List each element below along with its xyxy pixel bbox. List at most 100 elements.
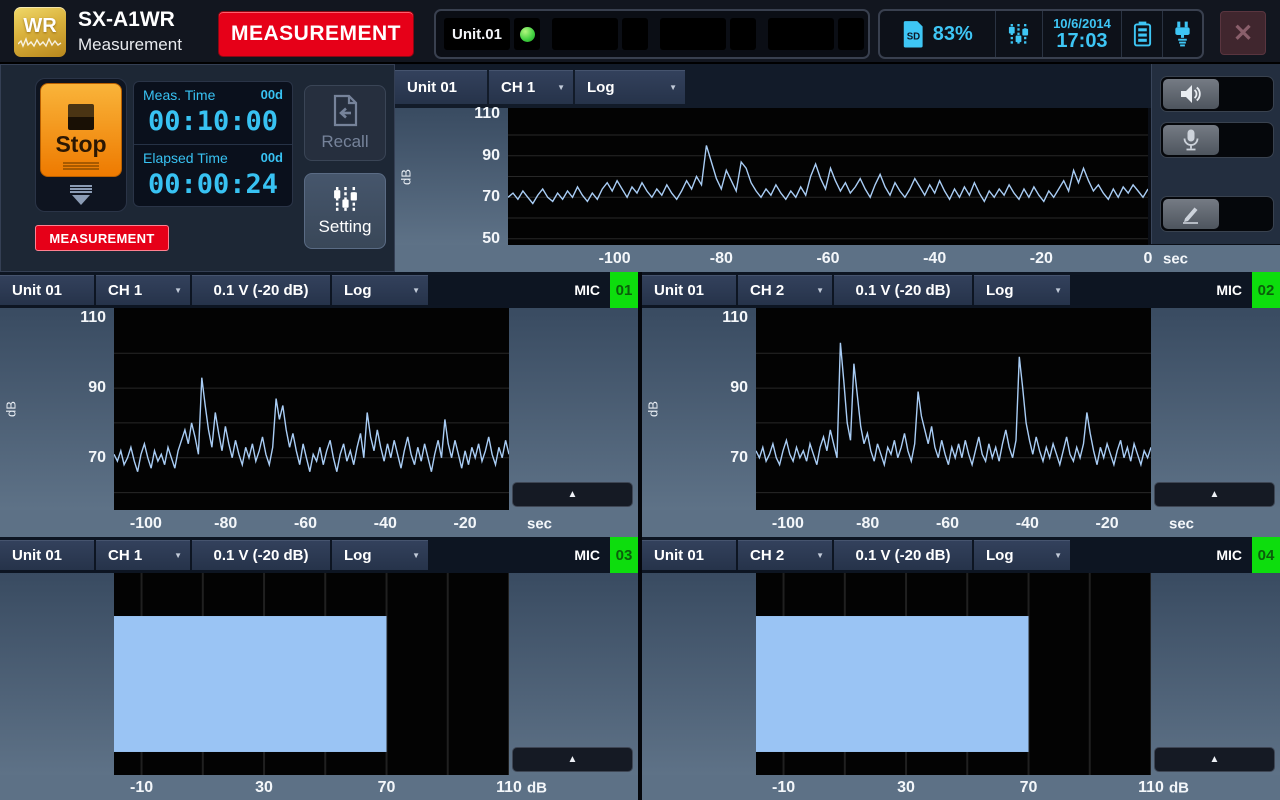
channel-select[interactable]: CH 1▼ bbox=[489, 70, 573, 104]
scale-select-label: Log bbox=[986, 282, 1014, 299]
chart-body: ▲ bbox=[642, 573, 1280, 775]
chevron-down-icon: ▼ bbox=[412, 286, 420, 295]
unit-select[interactable]: Unit 01 bbox=[642, 275, 736, 305]
mic-label: MIC bbox=[1216, 547, 1242, 563]
expand-button[interactable]: ▲ bbox=[1154, 482, 1275, 507]
chart-header: Unit 01 CH 1▼ 0.1 V (-20 dB) Log▼ MIC 01 bbox=[0, 272, 638, 308]
expand-button[interactable]: ▲ bbox=[1154, 747, 1275, 772]
scale-select-label: Log bbox=[986, 547, 1014, 564]
y-tick-label: 70 bbox=[88, 449, 106, 467]
x-tick-label: -80 bbox=[710, 250, 733, 268]
unit-select[interactable]: Unit 01 bbox=[642, 540, 736, 570]
chevron-down-icon: ▼ bbox=[669, 83, 677, 92]
scale-select-label: Log bbox=[344, 547, 372, 564]
x-axis-unit: sec bbox=[1169, 515, 1194, 532]
date-display: 10/6/2014 bbox=[1053, 17, 1111, 31]
x-tick-label: 70 bbox=[1020, 779, 1038, 797]
measurement-mode-button[interactable]: MEASUREMENT bbox=[218, 11, 414, 57]
sd-capacity: 83% bbox=[933, 23, 973, 46]
range-display[interactable]: 0.1 V (-20 dB) bbox=[834, 275, 972, 305]
chevron-down-icon: ▼ bbox=[816, 286, 824, 295]
stop-drop-hint bbox=[36, 185, 126, 205]
y-axis bbox=[0, 573, 114, 775]
x-tick-label: -40 bbox=[923, 250, 946, 268]
stop-control: Stop bbox=[35, 78, 127, 212]
y-axis bbox=[642, 573, 756, 775]
x-tick-label: 0 bbox=[1144, 250, 1153, 268]
x-tick-label: -20 bbox=[454, 515, 477, 533]
channel-select-label: CH 2 bbox=[750, 282, 784, 299]
channel-select[interactable]: CH 2 ▼ bbox=[738, 275, 832, 305]
x-tick-label: -40 bbox=[1016, 515, 1039, 533]
recall-button[interactable]: Recall bbox=[304, 85, 386, 161]
x-axis-ticks: -103070110 bbox=[114, 775, 509, 800]
unit-select[interactable]: Unit 01 bbox=[0, 540, 94, 570]
speaker-monitor-button[interactable] bbox=[1160, 76, 1274, 112]
pen-icon bbox=[1163, 199, 1219, 229]
close-button[interactable]: ✕ bbox=[1220, 11, 1266, 55]
chart-right-strip: ▲ bbox=[509, 573, 638, 775]
scale-select[interactable]: Log▼ bbox=[974, 275, 1070, 305]
x-axis-unit: sec bbox=[527, 515, 552, 532]
range-label: 0.1 V (-20 dB) bbox=[213, 282, 308, 299]
x-axis-ticks: -100-80-60-40-200 bbox=[508, 245, 1148, 272]
chevron-down-icon: ▼ bbox=[174, 286, 182, 295]
unit-select-label: Unit 01 bbox=[407, 79, 457, 96]
x-tick-label: -80 bbox=[214, 515, 237, 533]
chart-body: ▲ bbox=[0, 573, 638, 775]
x-axis: -100-80-60-40-200 sec bbox=[395, 245, 1280, 272]
channel-select[interactable]: CH 2▼ bbox=[738, 540, 832, 570]
y-axis-unit: dB bbox=[4, 400, 19, 418]
range-display[interactable]: 0.1 V (-20 dB) bbox=[192, 275, 330, 305]
mic-label: MIC bbox=[1216, 282, 1242, 298]
scale-select[interactable]: Log▼ bbox=[974, 540, 1070, 570]
x-axis: -103070110 dB bbox=[0, 775, 638, 800]
range-label: 0.1 V (-20 dB) bbox=[855, 547, 950, 564]
y-tick-label: 110 bbox=[80, 309, 106, 327]
range-display[interactable]: 0.1 V (-20 dB) bbox=[834, 540, 972, 570]
unit-slot-1: Unit.01 bbox=[444, 18, 540, 50]
range-display[interactable]: 0.1 V (-20 dB) bbox=[192, 540, 330, 570]
chevron-down-icon: ▼ bbox=[816, 551, 824, 560]
elapsed-time-value: 00:00:24 bbox=[134, 169, 292, 200]
unit-led-chip bbox=[514, 18, 540, 50]
y-axis: dB 1109070 bbox=[642, 308, 756, 510]
x-tick-label: -100 bbox=[130, 515, 162, 533]
chart-body: dB 1109070 ▲ bbox=[0, 308, 638, 510]
scale-select-label: Log bbox=[344, 282, 372, 299]
chevron-down-icon: ▼ bbox=[412, 551, 420, 560]
mic-label: MIC bbox=[574, 547, 600, 563]
setting-button[interactable]: Setting bbox=[304, 173, 386, 249]
chart-header: Unit 01 CH 1▼ 0.1 V (-20 dB) Log ▼ MIC 03 bbox=[0, 537, 638, 573]
stop-button[interactable]: Stop bbox=[40, 83, 122, 177]
scale-select[interactable]: Log▼ bbox=[575, 70, 685, 104]
system-status-box: SD 83% 10/6/2014 17:03 bbox=[878, 9, 1204, 59]
scale-select[interactable]: Log ▼ bbox=[332, 275, 428, 305]
mixer-status bbox=[995, 11, 1042, 57]
level-bar-chart bbox=[114, 573, 509, 775]
x-axis: -100-80-60-40-20 sec bbox=[642, 510, 1280, 537]
scale-select[interactable]: Log ▼ bbox=[332, 540, 428, 570]
stop-square-icon bbox=[68, 104, 94, 130]
level-bar-chart bbox=[756, 573, 1151, 775]
mic-number-badge: 04 bbox=[1252, 537, 1280, 573]
unit-select[interactable]: Unit 01 bbox=[395, 70, 487, 104]
battery-status bbox=[1121, 11, 1162, 57]
tool-sidebar bbox=[1151, 64, 1280, 244]
memo-pen-button[interactable] bbox=[1160, 196, 1274, 232]
unit-name-chip: Unit.01 bbox=[444, 18, 510, 50]
expand-button[interactable]: ▲ bbox=[512, 747, 633, 772]
x-axis-unit: dB bbox=[1169, 779, 1189, 796]
mic-number-badge: 03 bbox=[610, 537, 638, 573]
battery-icon bbox=[1132, 20, 1153, 48]
expand-button[interactable]: ▲ bbox=[512, 482, 633, 507]
svg-text:SD: SD bbox=[906, 31, 919, 42]
x-axis: -103070110 dB bbox=[642, 775, 1280, 800]
channel-select[interactable]: CH 1▼ bbox=[96, 275, 190, 305]
chart-right-strip: ▲ bbox=[509, 308, 638, 510]
y-tick-label: 110 bbox=[474, 105, 500, 123]
microphone-button[interactable] bbox=[1160, 122, 1274, 158]
channel-select[interactable]: CH 1▼ bbox=[96, 540, 190, 570]
y-tick-label: 70 bbox=[730, 449, 748, 467]
unit-select[interactable]: Unit 01 bbox=[0, 275, 94, 305]
